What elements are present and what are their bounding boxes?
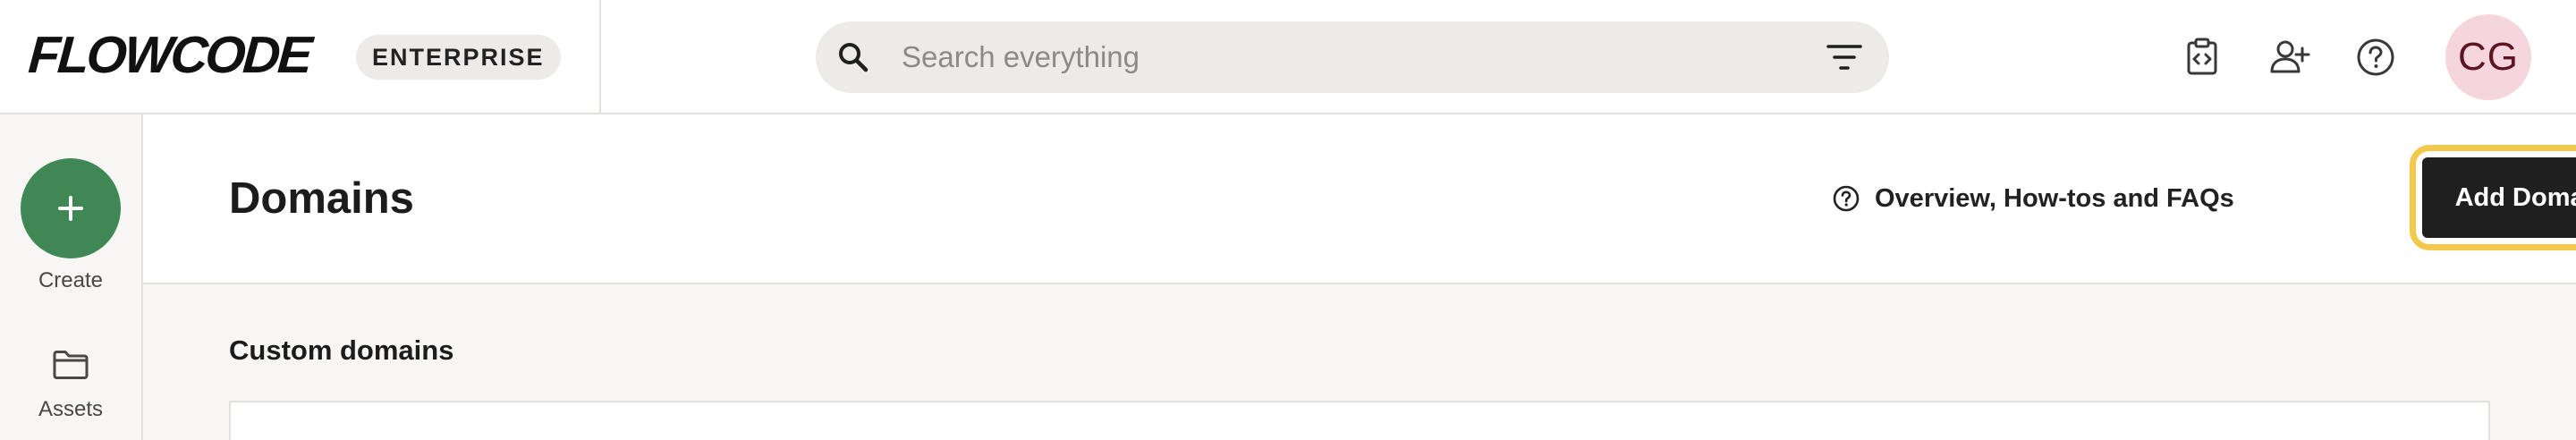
add-domain-highlight: Add Domain [2410, 145, 2576, 250]
add-user-icon[interactable] [2268, 36, 2311, 79]
help-link[interactable]: Overview, How-tos and FAQs [1832, 179, 2234, 218]
custom-domains-card [229, 401, 2490, 440]
add-domain-button[interactable]: Add Domain [2422, 157, 2576, 238]
page-title: Domains [229, 174, 414, 223]
question-circle-icon [1833, 185, 1860, 212]
folder-icon[interactable] [52, 349, 89, 381]
search-bar[interactable] [816, 21, 1889, 93]
code-clipboard-icon[interactable] [2181, 36, 2224, 79]
search-icon [839, 43, 869, 72]
sidebar-item-assets-label[interactable]: Assets [0, 397, 141, 422]
page-header: Domains Overview, How-tos and FAQs Add D… [143, 114, 2576, 284]
brand-area: FLOWCODE ENTERPRISE [0, 0, 601, 113]
create-button[interactable] [21, 158, 121, 258]
left-sidebar: Create Assets [0, 114, 143, 440]
user-avatar[interactable]: CG [2445, 14, 2531, 100]
main-content: Custom domains [143, 284, 2576, 440]
plan-badge: ENTERPRISE [356, 35, 561, 80]
search-input[interactable] [902, 30, 1707, 84]
filter-icon[interactable] [1826, 41, 1862, 73]
help-circle-icon[interactable] [2354, 36, 2397, 79]
top-header: FLOWCODE ENTERPRISE CG [0, 0, 2576, 114]
flowcode-logo[interactable]: FLOWCODE [27, 26, 312, 84]
help-link-label: Overview, How-tos and FAQs [1875, 183, 2234, 213]
section-title: Custom domains [229, 334, 454, 366]
sidebar-item-create-label[interactable]: Create [0, 268, 141, 293]
